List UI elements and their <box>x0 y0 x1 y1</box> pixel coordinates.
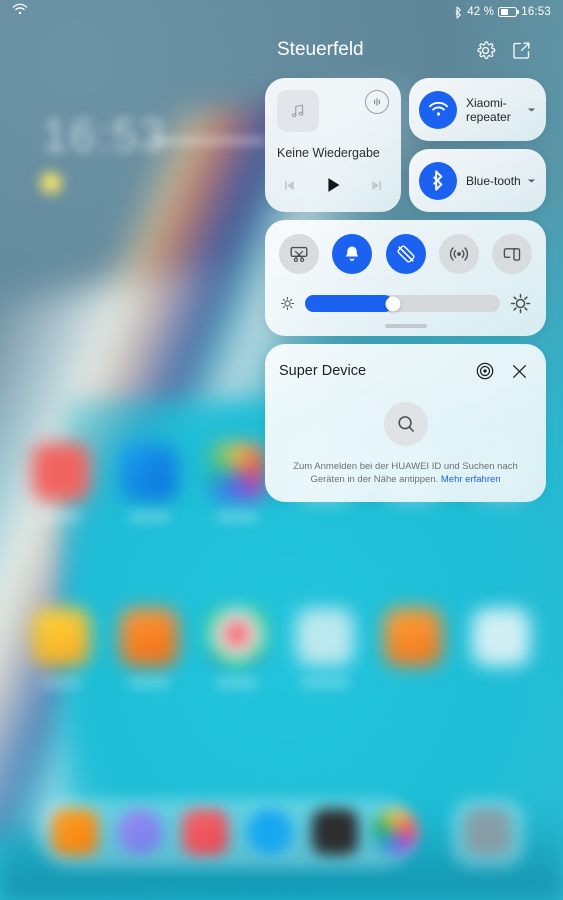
learn-more-link[interactable]: Mehr erfahren <box>441 474 501 485</box>
wifi-toggle-button[interactable] <box>419 90 457 129</box>
bluetooth-icon <box>455 6 461 19</box>
brightness-slider[interactable] <box>305 295 500 312</box>
control-panel-header: Steuerfeld <box>265 30 546 70</box>
battery-percent-label: 42 % <box>467 6 495 18</box>
home-app-icon[interactable] <box>296 608 354 666</box>
wifi-network-label: Xiaomi-repeater <box>466 95 511 124</box>
brightness-slider-handle[interactable] <box>385 296 401 311</box>
audio-cast-button[interactable] <box>365 90 389 114</box>
connectivity-column: Xiaomi-repeater Blue-tooth <box>409 78 546 212</box>
dock-app-icon[interactable] <box>247 809 293 855</box>
home-app-label <box>40 678 82 687</box>
home-clock-widget-date <box>148 138 268 144</box>
battery-icon <box>498 7 520 17</box>
brightness-slider-row <box>275 292 536 315</box>
status-bar-clock: 16:53 <box>521 6 551 18</box>
multi-screen-toggle[interactable] <box>492 234 532 274</box>
status-bar-left <box>12 3 28 21</box>
screenshot-icon <box>290 246 308 263</box>
next-track-icon <box>372 180 382 190</box>
settings-button[interactable] <box>470 35 500 65</box>
media-card-top <box>277 90 389 132</box>
next-track-button[interactable] <box>368 177 385 199</box>
play-icon <box>328 178 340 192</box>
panel-drag-handle[interactable] <box>384 324 427 328</box>
status-bar-right: 42 % 16:53 <box>454 6 551 19</box>
play-button[interactable] <box>322 174 344 201</box>
home-app-icon[interactable] <box>472 608 530 666</box>
home-app-icon[interactable] <box>208 608 266 666</box>
home-app-icon[interactable] <box>32 443 90 501</box>
hotspot-toggle[interactable] <box>438 234 479 274</box>
media-controls <box>277 174 389 203</box>
edit-square-icon <box>512 41 530 59</box>
super-device-radar-button[interactable] <box>472 358 498 384</box>
bluetooth-expand-button[interactable] <box>524 178 538 184</box>
brightness-low-icon <box>281 297 294 310</box>
bell-icon <box>345 246 359 261</box>
previous-track-button[interactable] <box>281 177 298 199</box>
screenshot-toggle[interactable] <box>279 234 319 274</box>
chevron-down-icon <box>527 179 535 182</box>
home-weather-widget <box>40 172 62 194</box>
wifi-expand-button[interactable] <box>524 107 538 113</box>
auto-rotate-icon <box>396 245 415 263</box>
home-clock-widget: 16:53 <box>42 109 168 161</box>
home-app-label <box>128 512 170 521</box>
wifi-icon <box>12 3 28 15</box>
bluetooth-label: Blue-tooth <box>466 173 521 188</box>
media-title-label: Keine Wiedergabe <box>277 146 380 160</box>
audio-cast-icon <box>374 98 380 106</box>
home-app-icon[interactable] <box>208 443 266 501</box>
super-device-title: Super Device <box>279 363 367 379</box>
brightness-high-icon <box>510 293 531 314</box>
dock-app-icon[interactable] <box>465 809 511 855</box>
super-device-header: Super Device <box>279 358 532 384</box>
home-app-label <box>216 678 258 687</box>
radar-target-icon <box>476 362 494 380</box>
home-app-label <box>128 678 170 687</box>
home-app-icon[interactable] <box>120 608 178 666</box>
chevron-down-icon <box>527 108 535 111</box>
dock-app-icon[interactable] <box>182 809 228 855</box>
previous-track-icon <box>284 180 294 190</box>
super-device-close-button[interactable] <box>506 358 532 384</box>
control-panel: Steuerfeld Keine Wiedergabe Xiaomi-repea… <box>265 30 546 502</box>
search-icon <box>397 416 414 432</box>
wifi-chip[interactable]: Xiaomi-repeater <box>409 78 546 141</box>
ringer-toggle[interactable] <box>332 234 373 274</box>
home-app-label <box>300 678 350 687</box>
bluetooth-chip[interactable]: Blue-tooth <box>409 149 546 212</box>
album-art-placeholder <box>277 90 319 132</box>
close-icon <box>512 364 526 378</box>
auto-rotate-toggle[interactable] <box>385 234 426 274</box>
hotspot-icon <box>449 247 468 261</box>
gear-icon <box>476 40 495 59</box>
dock-app-icon[interactable] <box>372 809 418 855</box>
home-app-icon[interactable] <box>120 443 178 501</box>
home-app-label <box>40 512 82 521</box>
super-device-search-button[interactable] <box>383 402 428 446</box>
quick-toggles-row <box>275 234 536 274</box>
wifi-icon <box>428 101 448 116</box>
media-player-card[interactable]: Keine Wiedergabe <box>265 78 401 212</box>
quick-toggles-card <box>265 220 546 336</box>
super-device-card: Super Device Zum Anmelden bei der HUAWEI… <box>265 344 546 502</box>
dock-app-icon[interactable] <box>312 809 358 855</box>
bluetooth-toggle-button[interactable] <box>419 161 457 200</box>
bluetooth-icon <box>432 170 442 191</box>
music-note-icon <box>291 104 304 118</box>
panel-top-row: Keine Wiedergabe Xiaomi-repeater Blue-to… <box>265 78 546 212</box>
dock-app-icon[interactable] <box>117 809 163 855</box>
home-app-icon[interactable] <box>384 608 442 666</box>
edit-button[interactable] <box>506 35 536 65</box>
status-bar: 42 % 16:53 <box>0 0 563 24</box>
super-device-note: Zum Anmelden bei der HUAWEI ID und Suche… <box>279 460 532 486</box>
page-title: Steuerfeld <box>277 39 364 60</box>
dock-app-icon[interactable] <box>52 809 98 855</box>
home-app-icon[interactable] <box>32 608 90 666</box>
home-app-label <box>216 512 258 521</box>
brightness-slider-fill <box>305 295 393 312</box>
multi-screen-icon <box>503 248 521 261</box>
